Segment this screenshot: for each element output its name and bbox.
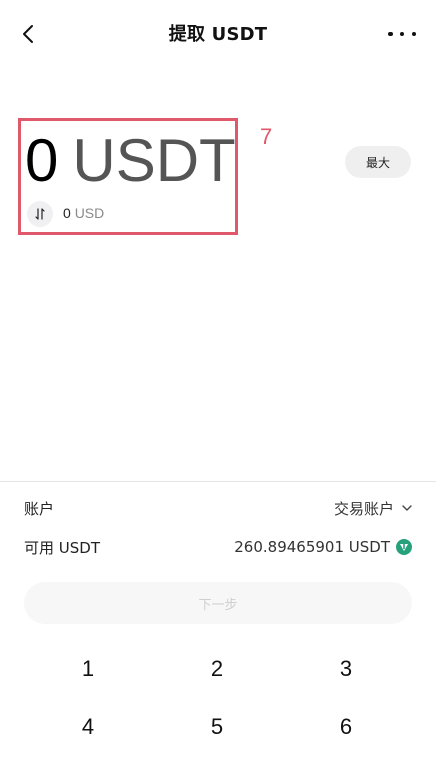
- key-2[interactable]: 2: [157, 642, 277, 696]
- top-bar: 提取 USDT: [0, 0, 436, 68]
- swap-arrows-icon: [35, 208, 45, 220]
- amount-value: 0: [25, 127, 59, 194]
- chevron-down-icon: [402, 505, 412, 511]
- converted-value: 0: [63, 205, 71, 221]
- amount-display: 0 USDT: [25, 125, 236, 197]
- account-label: 账户: [24, 499, 55, 518]
- key-3[interactable]: 3: [286, 642, 406, 696]
- amount-input-area[interactable]: 0 USDT 0 USD: [18, 118, 238, 235]
- key-5[interactable]: 5: [157, 700, 277, 754]
- next-step-button[interactable]: 下一步: [24, 582, 412, 624]
- annotation-label: 7: [260, 124, 273, 149]
- key-4[interactable]: 4: [28, 700, 148, 754]
- max-button[interactable]: 最大: [345, 146, 411, 178]
- available-balance: 260.89465901 USDT: [234, 538, 412, 556]
- tether-icon: [396, 539, 412, 555]
- amount-unit: USDT: [72, 127, 236, 194]
- page-title: 提取 USDT: [168, 24, 268, 45]
- available-label: 可用 USDT: [24, 538, 100, 557]
- converted-unit: USD: [74, 205, 105, 221]
- account-selector[interactable]: 交易账户: [334, 498, 412, 519]
- key-1[interactable]: 1: [28, 642, 148, 696]
- swap-currency-button[interactable]: [27, 201, 53, 227]
- key-6[interactable]: 6: [286, 700, 406, 754]
- more-dot-icon: [388, 31, 393, 37]
- account-value: 交易账户: [333, 499, 394, 518]
- available-value: 260.89465901 USDT: [234, 538, 390, 556]
- converted-amount: 0 USD: [63, 205, 104, 221]
- more-dot-icon: [411, 31, 416, 37]
- more-dot-icon: [399, 31, 405, 37]
- divider: [0, 481, 436, 482]
- available-row: 可用 USDT 260.89465901 USDT: [24, 535, 412, 559]
- more-options-button[interactable]: [388, 24, 416, 44]
- account-row[interactable]: 账户 交易账户: [24, 496, 412, 520]
